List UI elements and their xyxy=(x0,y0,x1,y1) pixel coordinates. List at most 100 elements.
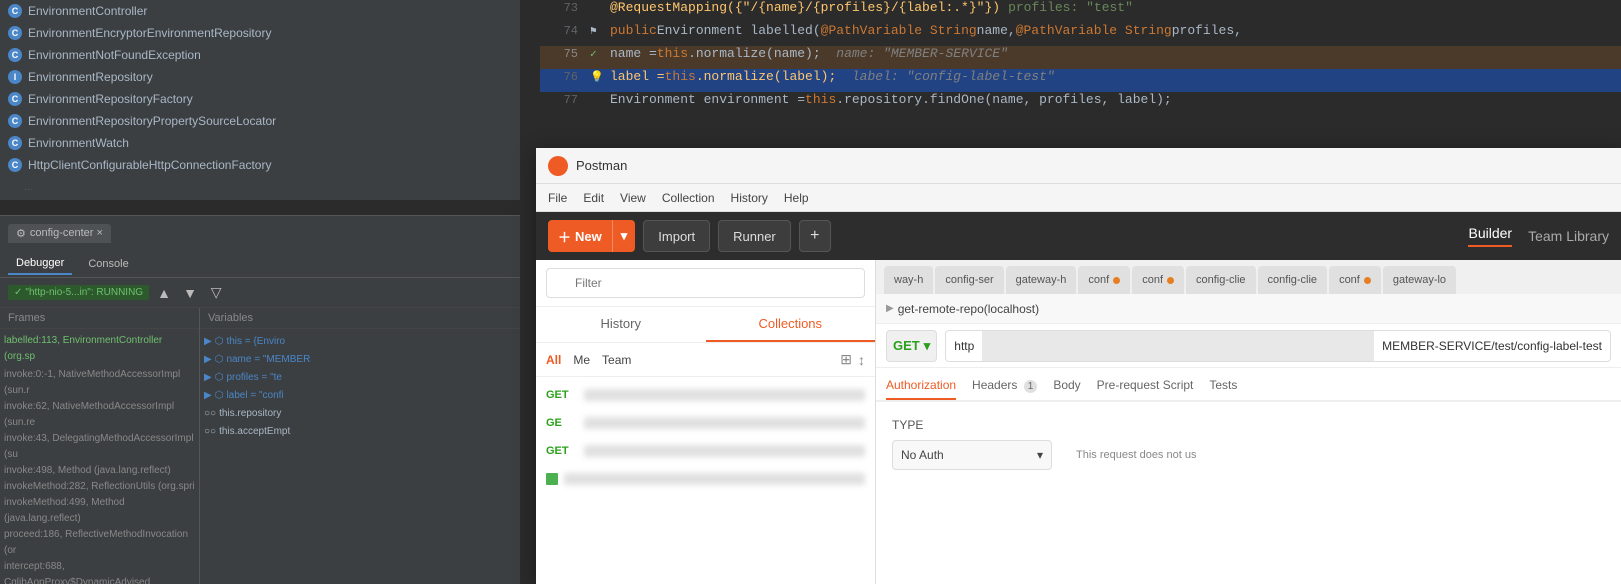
import-button[interactable]: Import xyxy=(643,220,710,252)
url-suffix: MEMBER-SERVICE/test/config-label-test xyxy=(1374,339,1610,353)
request-tab[interactable]: gateway-lo xyxy=(1383,266,1456,294)
request-tab[interactable]: way-h xyxy=(884,266,933,294)
console-tab[interactable]: Console xyxy=(80,254,136,274)
filter-button[interactable]: ▽ xyxy=(205,282,227,304)
url-bar-blurred xyxy=(584,445,865,457)
class-item[interactable]: C EnvironmentEncryptorEnvironmentReposit… xyxy=(0,22,520,44)
menu-history[interactable]: History xyxy=(731,191,768,205)
class-item[interactable]: C EnvironmentController xyxy=(0,0,520,22)
var-item[interactable]: ○○this.repository xyxy=(204,405,516,423)
authorization-tab[interactable]: Authorization xyxy=(886,378,956,400)
runner-button[interactable]: Runner xyxy=(718,220,791,252)
frame-item[interactable]: invoke:62, NativeMethodAccessorImpl (sun… xyxy=(4,399,195,431)
frames-header: Frames xyxy=(0,308,199,329)
request-tab[interactable]: config-ser xyxy=(935,266,1003,294)
auth-type-dropdown[interactable]: No Auth ▾ xyxy=(892,440,1052,470)
new-button-main[interactable]: ＋ New xyxy=(548,220,613,252)
request-tab[interactable]: config-clie xyxy=(1258,266,1328,294)
new-button[interactable]: ＋ New ▾ xyxy=(548,220,635,252)
request-tab[interactable]: gateway-h xyxy=(1006,266,1077,294)
frame-item[interactable]: invoke:43, DelegatingMethodAccessorImpl … xyxy=(4,431,195,463)
team-plus-button[interactable]: + xyxy=(799,220,831,252)
class-name: EnvironmentRepositoryFactory xyxy=(28,92,193,106)
list-item[interactable] xyxy=(536,465,875,493)
class-name: EnvironmentEncryptorEnvironmentRepositor… xyxy=(28,26,271,40)
filter-me-button[interactable]: Me xyxy=(573,353,590,367)
filter-wrap: 🔍 xyxy=(546,268,865,298)
tab-label: gateway-h xyxy=(1016,274,1067,286)
filter-all-button[interactable]: All xyxy=(546,353,561,367)
debug-tabs: Debugger Console xyxy=(0,250,520,278)
team-library-tab[interactable]: Team Library xyxy=(1528,228,1609,244)
file-tab[interactable]: ⚙ config-center × xyxy=(8,224,111,243)
class-item[interactable]: C EnvironmentRepositoryPropertySourceLoc… xyxy=(0,110,520,132)
expand-arrow-icon[interactable]: ▶ xyxy=(886,303,894,314)
frame-item[interactable]: intercept:688, CglibAopProxy$DynamicAdvi… xyxy=(4,559,195,584)
code-line: 77 Environment environment = this .repos… xyxy=(540,92,1621,115)
var-expand[interactable]: ▶⬡name = "MEMBER xyxy=(204,351,516,369)
ide-toolbar: ⚙ config-center × xyxy=(0,215,520,250)
frame-item[interactable]: invoke:498, Method (java.lang.reflect) xyxy=(4,463,195,479)
frame-item[interactable]: invokeMethod:282, ReflectionUtils (org.s… xyxy=(4,479,195,495)
class-name: EnvironmentWatch xyxy=(28,136,129,150)
builder-tab[interactable]: Builder xyxy=(1468,225,1512,247)
sidebar-filter-area: 🔍 xyxy=(536,260,875,307)
collections-tab[interactable]: Collections xyxy=(706,307,876,342)
menu-help[interactable]: Help xyxy=(784,191,809,205)
request-tab[interactable]: conf xyxy=(1329,266,1381,294)
list-item[interactable]: GET xyxy=(536,437,875,465)
method-select-dropdown[interactable]: GET ▾ xyxy=(886,330,937,362)
body-tab[interactable]: Body xyxy=(1053,378,1080,400)
url-bar: GET ▾ http MEMBER-SERVICE/test/config-la… xyxy=(876,324,1621,368)
frame-item[interactable]: invoke:0:-1, NativeMethodAccessorImpl (s… xyxy=(4,367,195,399)
filter-input[interactable] xyxy=(546,268,865,298)
auth-dropdown-arrow-icon: ▾ xyxy=(1037,448,1043,462)
var-item[interactable]: ○○this.acceptEmpt xyxy=(204,423,516,441)
code-editor: 73 @RequestMapping({"/{name}/{profiles}/… xyxy=(540,0,1621,150)
var-expand[interactable]: ▶⬡profiles = "te xyxy=(204,369,516,387)
filter-team-button[interactable]: Team xyxy=(602,353,631,367)
frames-panel: Frames labelled:113, EnvironmentControll… xyxy=(0,308,200,584)
step-down-button[interactable]: ▼ xyxy=(179,282,201,304)
sort-button[interactable]: ↕ xyxy=(858,351,865,368)
tests-tab[interactable]: Tests xyxy=(1209,378,1237,400)
var-expand[interactable]: ▶⬡label = "confi xyxy=(204,387,516,405)
postman-toolbar: ＋ New ▾ Import Runner + Builder Team Lib… xyxy=(536,212,1621,260)
list-item[interactable]: GET xyxy=(536,381,875,409)
pre-request-script-tab[interactable]: Pre-request Script xyxy=(1097,378,1194,400)
debugger-tab[interactable]: Debugger xyxy=(8,253,72,275)
frame-item[interactable]: invokeMethod:499, Method (java.lang.refl… xyxy=(4,495,195,527)
headers-tab[interactable]: Headers 1 xyxy=(972,378,1037,400)
var-expand[interactable]: ▶⬡this = {Enviro xyxy=(204,333,516,351)
tab-label: config-clie xyxy=(1268,274,1318,286)
auth-select-row: No Auth ▾ This request does not us xyxy=(892,440,1605,470)
menu-view[interactable]: View xyxy=(620,191,646,205)
code-line: 74 ⚑ public Environment labelled( @PathV… xyxy=(540,23,1621,46)
class-item[interactable]: C EnvironmentRepositoryFactory xyxy=(0,88,520,110)
method-label: GET xyxy=(546,389,578,401)
menu-file[interactable]: File xyxy=(548,191,567,205)
code-line: 73 @RequestMapping({"/{name}/{profiles}/… xyxy=(540,0,1621,23)
frame-item[interactable]: proceed:186, ReflectiveMethodInvocation … xyxy=(4,527,195,559)
remote-repo-bar: ▶ get-remote-repo(localhost) xyxy=(876,294,1621,324)
request-tab[interactable]: conf xyxy=(1078,266,1130,294)
class-item[interactable]: C EnvironmentNotFoundException xyxy=(0,44,520,66)
new-dropdown-arrow[interactable]: ▾ xyxy=(613,220,636,252)
auth-type-row: TYPE xyxy=(892,418,1605,432)
menu-collection[interactable]: Collection xyxy=(662,191,715,205)
class-item[interactable]: C EnvironmentWatch xyxy=(0,132,520,154)
class-item[interactable]: I EnvironmentRepository xyxy=(0,66,520,88)
tab-label: conf xyxy=(1339,274,1360,286)
list-item[interactable]: GE xyxy=(536,409,875,437)
tab-label: conf xyxy=(1088,274,1109,286)
new-collection-button[interactable]: ⊞ xyxy=(840,351,852,368)
menu-edit[interactable]: Edit xyxy=(583,191,604,205)
class-name: EnvironmentNotFoundException xyxy=(28,48,201,62)
request-tab[interactable]: conf xyxy=(1132,266,1184,294)
class-icon: C xyxy=(8,158,22,172)
current-frame[interactable]: labelled:113, EnvironmentController (org… xyxy=(4,333,195,365)
request-tab[interactable]: config-clie xyxy=(1186,266,1256,294)
step-over-button[interactable]: ▲ xyxy=(153,282,175,304)
history-tab[interactable]: History xyxy=(536,307,706,342)
class-item[interactable]: C HttpClientConfigurableHttpConnectionFa… xyxy=(0,154,520,176)
